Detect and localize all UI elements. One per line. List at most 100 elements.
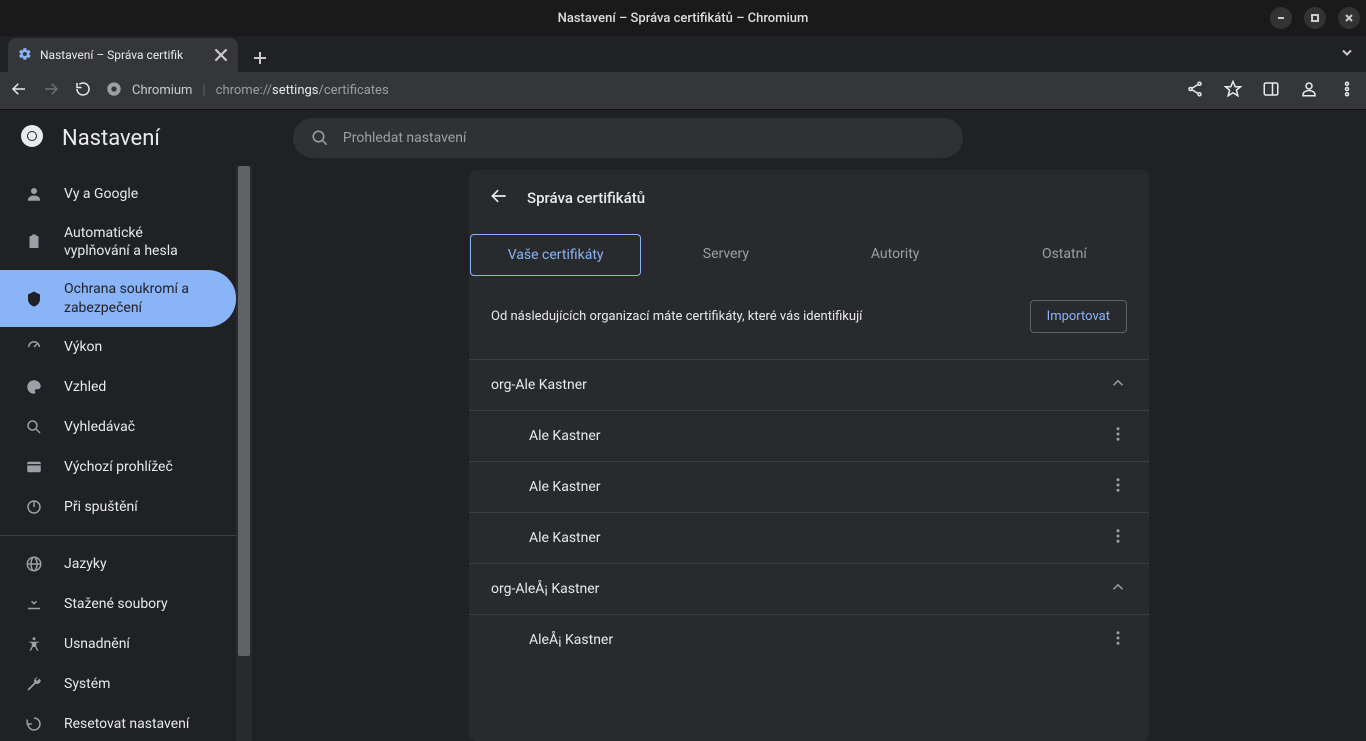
certificate-tabs: Vaše certifikáty Servery Autority Ostatn… — [469, 220, 1149, 276]
sidebar-scrollthumb[interactable] — [238, 166, 250, 656]
accessibility-icon — [24, 634, 44, 654]
address-bar[interactable]: Chromium | chrome://settings/certificate… — [106, 81, 1172, 101]
org-name: org-Ale Kastner — [491, 377, 587, 393]
cert-more-button[interactable] — [1109, 476, 1127, 498]
cert-more-button[interactable] — [1109, 425, 1127, 447]
speedometer-icon — [24, 337, 44, 357]
window-minimize-button[interactable] — [1270, 7, 1292, 29]
address-url: chrome://settings/certificates — [216, 83, 389, 98]
cert-more-button[interactable] — [1109, 527, 1127, 549]
tab-authorities[interactable]: Autority — [811, 234, 980, 276]
cert-more-button[interactable] — [1109, 629, 1127, 651]
globe-icon — [24, 554, 44, 574]
tab-strip: Nastavení – Správa certifik — [0, 36, 1366, 72]
sidebar-item-appearance[interactable]: Vzhled — [0, 367, 236, 407]
sidebar-item-label: Při spuštění — [64, 498, 138, 516]
tab-your-certificates[interactable]: Vaše certifikáty — [470, 234, 641, 276]
sidebar-item-performance[interactable]: Výkon — [0, 327, 236, 367]
settings-header: Nastavení Prohledat nastavení — [0, 110, 1366, 166]
chromium-icon — [106, 81, 122, 101]
import-row: Od následujících organizací máte certifi… — [469, 276, 1149, 360]
forward-button[interactable] — [42, 80, 60, 102]
search-placeholder: Prohledat nastavení — [343, 130, 467, 146]
sidebar-item-on-startup[interactable]: Při spuštění — [0, 487, 236, 527]
sidebar-item-downloads[interactable]: Stažené soubory — [0, 584, 236, 624]
search-icon — [24, 417, 44, 437]
card-back-button[interactable] — [489, 186, 509, 210]
cert-row: AleÅ¡ Kastner — [469, 615, 1149, 665]
sidebar-item-accessibility[interactable]: Usnadnění — [0, 624, 236, 664]
profile-icon[interactable] — [1300, 80, 1318, 102]
certificates-card: Správa certifikátů Vaše certifikáty Serv… — [469, 170, 1149, 741]
cert-name: AleÅ¡ Kastner — [529, 632, 613, 648]
sidebar-separator — [0, 535, 236, 536]
cert-name: Ale Kastner — [529, 479, 601, 495]
tab-others[interactable]: Ostatní — [980, 234, 1149, 276]
import-button[interactable]: Importovat — [1030, 300, 1127, 333]
chromium-logo-icon — [20, 124, 44, 152]
sidebar-item-label: Vy a Google — [64, 185, 138, 203]
bookmark-icon[interactable] — [1224, 80, 1242, 102]
sidebar-scrollbar[interactable] — [236, 166, 252, 741]
sidebar-item-label: Stažené soubory — [64, 595, 168, 613]
person-icon — [24, 184, 44, 204]
restore-icon — [24, 714, 44, 734]
cert-row: Ale Kastner — [469, 513, 1149, 564]
address-app-label: Chromium — [132, 83, 192, 98]
back-button[interactable] — [10, 80, 28, 102]
sidebar-item-label: Systém — [64, 675, 110, 693]
sidebar-item-search-engine[interactable]: Vyhledávač — [0, 407, 236, 447]
sidebar-item-autofill[interactable]: Automatické vyplňování a hesla — [0, 214, 236, 270]
sidebar-item-label: Výchozí prohlížeč — [64, 458, 173, 476]
tab-title: Nastavení – Správa certifik — [40, 48, 206, 62]
window-close-button[interactable] — [1338, 7, 1360, 29]
power-icon — [24, 497, 44, 517]
window-titlebar: Nastavení – Správa certifikátů – Chromiu… — [0, 0, 1366, 36]
shield-icon — [24, 289, 44, 309]
sidebar-item-reset[interactable]: Resetovat nastavení — [0, 704, 236, 741]
browser-icon — [24, 457, 44, 477]
sidebar-item-label: Vzhled — [64, 378, 106, 396]
cert-name: Ale Kastner — [529, 530, 601, 546]
window-title: Nastavení – Správa certifikátů – Chromiu… — [558, 11, 809, 26]
wrench-icon — [24, 674, 44, 694]
sidebar-item-label: Resetovat nastavení — [64, 715, 189, 733]
palette-icon — [24, 377, 44, 397]
sidebar-item-label: Usnadnění — [64, 635, 130, 653]
settings-search-input[interactable]: Prohledat nastavení — [293, 118, 963, 158]
tab-servers[interactable]: Servery — [641, 234, 810, 276]
sidebar-item-default-browser[interactable]: Výchozí prohlížeč — [0, 447, 236, 487]
org-row[interactable]: org-Ale Kastner — [469, 360, 1149, 411]
menu-icon[interactable] — [1338, 80, 1356, 102]
cert-name: Ale Kastner — [529, 428, 601, 444]
tabs-dropdown-button[interactable] — [1340, 45, 1354, 64]
side-panel-icon[interactable] — [1262, 80, 1280, 102]
card-title: Správa certifikátů — [527, 189, 645, 207]
reload-button[interactable] — [74, 80, 92, 102]
window-maximize-button[interactable] — [1304, 7, 1326, 29]
sidebar-item-privacy-security[interactable]: Ochrana soukromí a zabezpečení — [0, 270, 236, 326]
sidebar-item-system[interactable]: Systém — [0, 664, 236, 704]
search-icon — [311, 129, 329, 147]
settings-sidebar: Vy a Google Automatické vyplňování a hes… — [0, 166, 236, 741]
cert-row: Ale Kastner — [469, 411, 1149, 462]
new-tab-button[interactable] — [246, 44, 274, 72]
org-row[interactable]: org-AleÅ¡ Kastner — [469, 564, 1149, 615]
browser-toolbar: Chromium | chrome://settings/certificate… — [0, 72, 1366, 110]
import-description: Od následujících organizací máte certifi… — [491, 309, 862, 324]
sidebar-item-languages[interactable]: Jazyky — [0, 544, 236, 584]
tab-close-button[interactable] — [214, 48, 228, 62]
browser-tab[interactable]: Nastavení – Správa certifik — [8, 38, 238, 72]
sidebar-item-label: Automatické vyplňování a hesla — [64, 224, 212, 260]
chevron-up-icon — [1109, 374, 1127, 396]
sidebar-item-label: Ochrana soukromí a zabezpečení — [64, 280, 212, 316]
chevron-up-icon — [1109, 578, 1127, 600]
sidebar-item-label: Jazyky — [64, 555, 107, 573]
share-icon[interactable] — [1186, 80, 1204, 102]
clipboard-icon — [24, 232, 44, 252]
gear-icon — [18, 47, 32, 64]
sidebar-item-you-and-google[interactable]: Vy a Google — [0, 174, 236, 214]
settings-main: Správa certifikátů Vaše certifikáty Serv… — [252, 166, 1366, 741]
sidebar-item-label: Vyhledávač — [64, 418, 135, 436]
cert-row: Ale Kastner — [469, 462, 1149, 513]
